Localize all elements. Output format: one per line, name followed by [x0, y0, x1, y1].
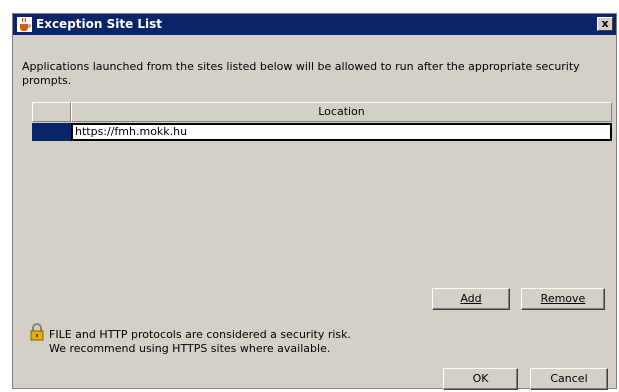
cancel-button-label: Cancel [550, 372, 588, 385]
column-header-location[interactable]: Location [71, 102, 612, 122]
remove-button-label: Remove [540, 292, 586, 305]
location-cell-input[interactable]: https://fmh.mokk.hu [71, 123, 612, 141]
title-bar[interactable]: Exception Site List x [13, 14, 616, 35]
warning-line-1: FILE and HTTP protocols are considered a… [49, 328, 352, 341]
add-button[interactable]: Add [432, 288, 510, 310]
remove-button[interactable]: Remove [521, 288, 605, 310]
ok-button-label: OK [472, 372, 489, 385]
column-header-select[interactable] [32, 102, 71, 122]
warning-line-2: We recommend using HTTPS sites where ava… [49, 342, 331, 355]
ok-button[interactable]: OK [443, 368, 518, 390]
close-button[interactable]: x [597, 17, 613, 31]
close-icon: x [601, 17, 609, 30]
exception-site-list-dialog: Exception Site List x Applications launc… [12, 13, 617, 390]
cancel-button[interactable]: Cancel [530, 368, 608, 390]
security-warning: FILE and HTTP protocols are considered a… [49, 328, 351, 356]
add-button-label: Add [460, 292, 482, 305]
description-text: Applications launched from the sites lis… [22, 60, 580, 87]
java-cup-icon [17, 17, 32, 32]
table-row[interactable]: https://fmh.mokk.hu [32, 123, 612, 141]
lock-warning-icon [30, 323, 44, 341]
row-selector-cell[interactable] [32, 123, 71, 141]
exception-site-table[interactable]: Location https://fmh.mokk.hu [32, 102, 612, 292]
table-header: Location [32, 102, 612, 122]
window-title: Exception Site List [36, 17, 163, 31]
